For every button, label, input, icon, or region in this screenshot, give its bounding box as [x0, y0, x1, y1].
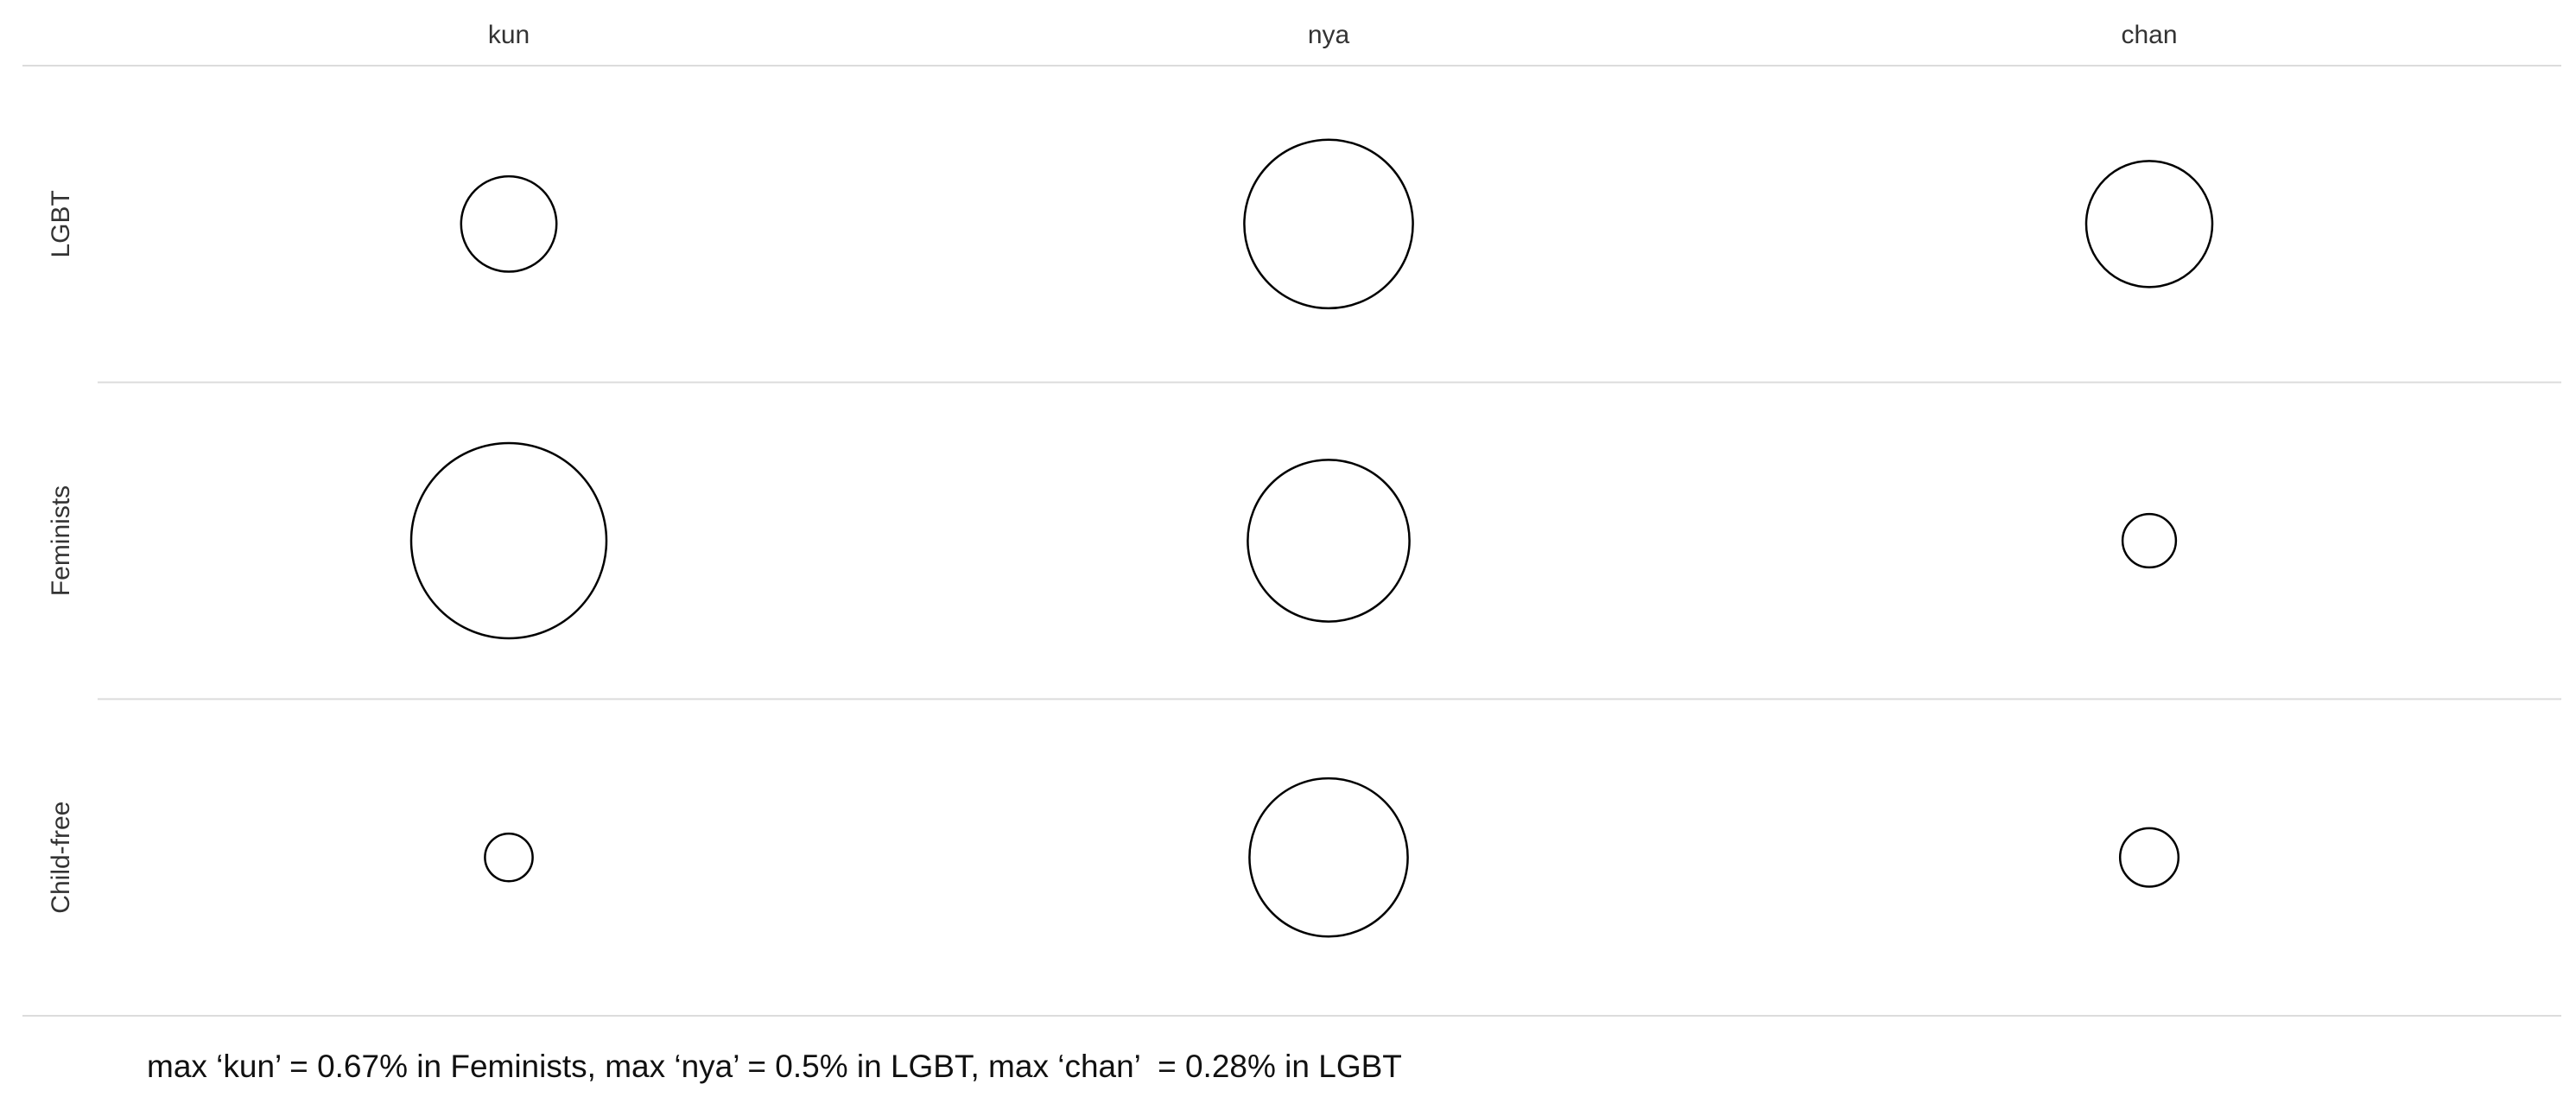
bubble-child-free-nya — [1248, 777, 1409, 938]
bubble-child-free-kun — [484, 832, 534, 883]
bubble-child-free-chan — [2118, 827, 2180, 888]
column-label: kun — [488, 21, 530, 49]
bubble-lgbt-chan — [2084, 160, 2214, 288]
bubble-chart: kun nya chan LGBT Feminists Child-free — [22, 21, 2561, 1017]
row-label: LGBT — [47, 190, 75, 257]
bubble-lgbt-nya — [1243, 138, 1414, 310]
chart-caption: max ‘kun’ = 0.67% in Feminists, max ‘nya… — [147, 1049, 1402, 1084]
column-labels: kun nya chan — [488, 21, 2178, 49]
column-label: nya — [1308, 21, 1350, 49]
row-labels: LGBT Feminists Child-free — [47, 190, 75, 914]
row-label: Feminists — [47, 485, 75, 596]
column-label: chan — [2121, 21, 2177, 49]
bubble-lgbt-kun — [460, 174, 558, 273]
grid-lines — [22, 65, 2561, 1017]
bubbles — [409, 138, 2214, 938]
bubble-feminists-chan — [2121, 512, 2178, 569]
row-label: Child-free — [47, 802, 75, 914]
bubble-feminists-kun — [409, 441, 608, 640]
bubble-feminists-nya — [1247, 459, 1411, 623]
